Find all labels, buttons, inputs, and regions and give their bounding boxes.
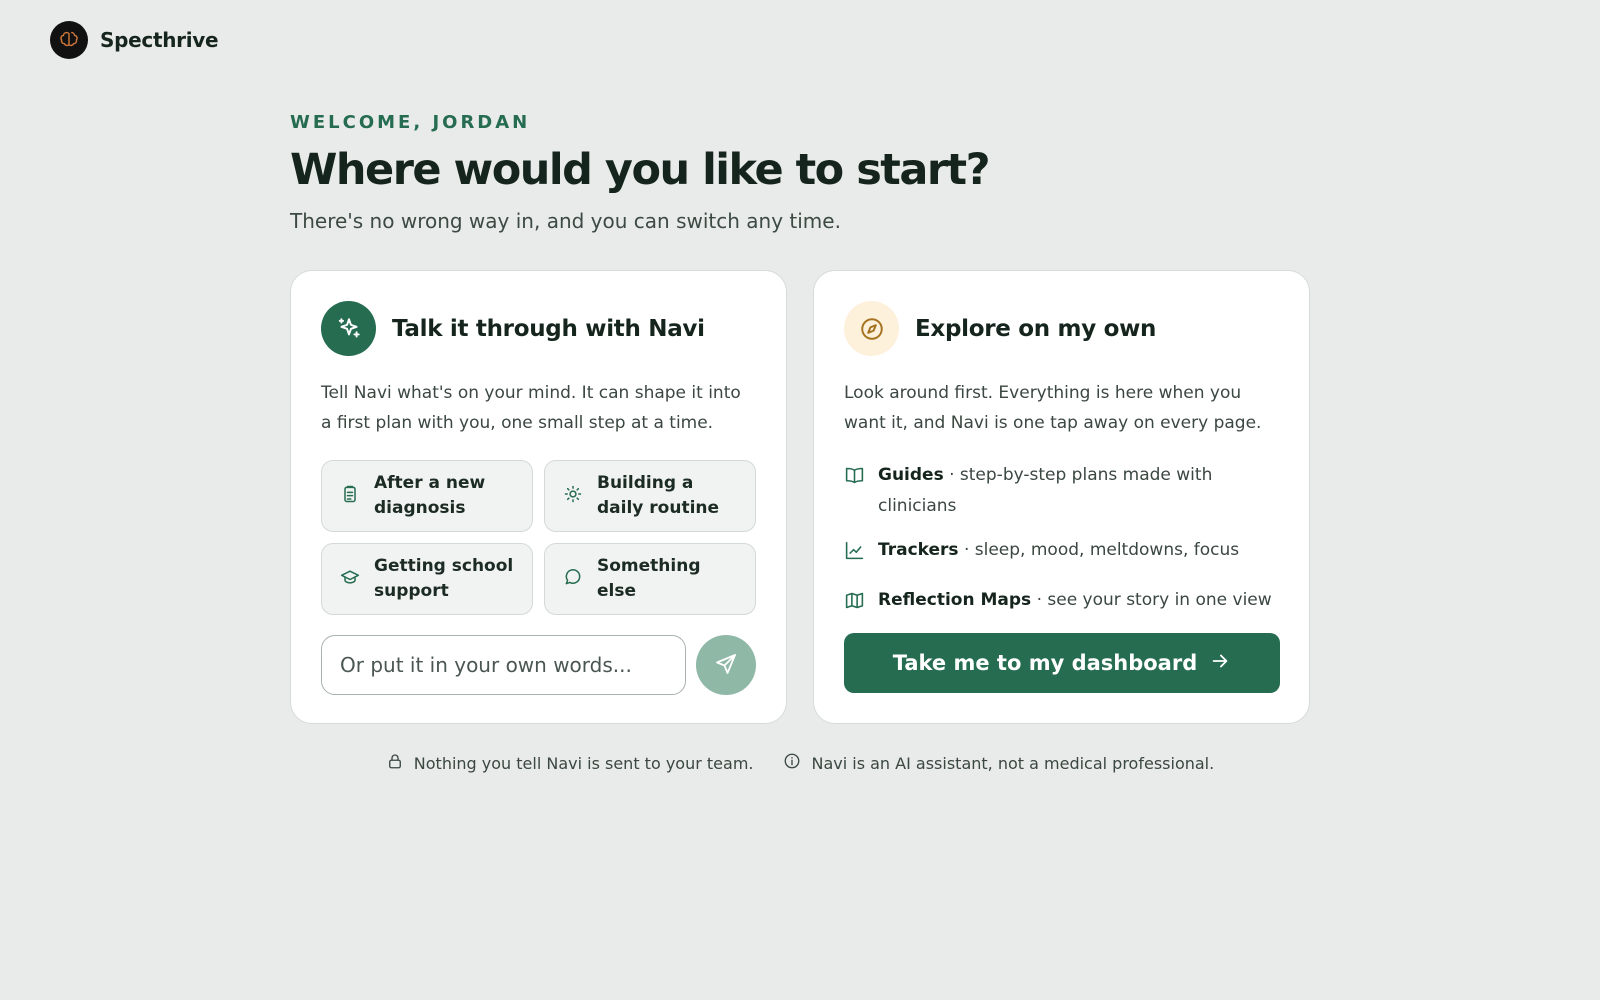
footer-notes: Nothing you tell Navi is sent to your te…	[0, 752, 1600, 774]
chip-label: Something else	[597, 556, 701, 601]
sun-icon	[563, 484, 583, 508]
explore-card-description: Look around first. Everything is here wh…	[844, 383, 1262, 433]
chat-bubble-icon	[563, 567, 583, 591]
map-icon	[844, 590, 866, 622]
chip-label: Building a daily routine	[597, 473, 720, 518]
feature-guides: Guides · step-by-step plans made with cl…	[844, 460, 1279, 522]
line-chart-icon	[844, 540, 866, 572]
sparkle-icon	[321, 301, 376, 356]
feature-name: Reflection Maps	[878, 590, 1032, 610]
navi-card: Talk it through with Navi Tell Navi what…	[290, 270, 787, 724]
compass-icon	[844, 301, 899, 356]
brand[interactable]: Specthrive	[50, 21, 219, 59]
book-icon	[844, 465, 866, 497]
navi-card-title: Talk it through with Navi	[392, 315, 705, 342]
privacy-note: Nothing you tell Navi is sent to your te…	[386, 752, 754, 774]
dashboard-button[interactable]: Take me to my dashboard	[844, 633, 1280, 693]
ai-disclaimer-text: Navi is an AI assistant, not a medical p…	[811, 753, 1215, 773]
clipboard-icon	[340, 484, 360, 508]
arrow-right-icon	[1209, 650, 1231, 677]
chip-label: After a new diagnosis	[374, 473, 486, 518]
feature-detail: · sleep, mood, meltdowns, focus	[958, 540, 1240, 560]
chip-daily-routine[interactable]: Building a daily routine	[544, 460, 756, 532]
feature-name: Guides	[878, 465, 944, 485]
chip-label: Getting school support	[374, 556, 514, 601]
send-button[interactable]	[696, 635, 756, 695]
ask-navi-row	[321, 635, 756, 695]
chip-school-support[interactable]: Getting school support	[321, 543, 533, 615]
privacy-note-text: Nothing you tell Navi is sent to your te…	[413, 753, 754, 773]
page-title: Where would you like to start?	[290, 145, 991, 195]
navi-card-description: Tell Navi what's on your mind. It can sh…	[321, 383, 741, 433]
welcome-eyebrow: WELCOME, JORDAN	[290, 112, 531, 133]
chip-new-diagnosis[interactable]: After a new diagnosis	[321, 460, 533, 532]
send-icon	[714, 652, 738, 679]
ai-disclaimer: Navi is an AI assistant, not a medical p…	[783, 752, 1214, 774]
brand-name: Specthrive	[100, 28, 219, 52]
lock-icon	[386, 752, 404, 774]
graduation-cap-icon	[340, 567, 360, 591]
info-icon	[783, 752, 801, 774]
dashboard-button-label: Take me to my dashboard	[892, 651, 1198, 675]
start-options: Talk it through with Navi Tell Navi what…	[290, 270, 1310, 724]
page-subtitle: There's no wrong way in, and you can swi…	[290, 209, 841, 233]
feature-list: Guides · step-by-step plans made with cl…	[844, 460, 1279, 622]
chip-something-else[interactable]: Something else	[544, 543, 756, 615]
ask-navi-input[interactable]	[321, 635, 686, 695]
explore-card: Explore on my own Look around first. Eve…	[813, 270, 1310, 724]
feature-name: Trackers	[878, 540, 959, 560]
feature-trackers: Trackers · sleep, mood, meltdowns, focus	[844, 535, 1279, 572]
feature-reflection-maps: Reflection Maps · see your story in one …	[844, 585, 1279, 622]
explore-card-title: Explore on my own	[915, 315, 1157, 342]
feature-detail: · see your story in one view	[1031, 590, 1272, 610]
brain-logo-icon	[50, 21, 88, 59]
hero: WELCOME, JORDAN Where would you like to …	[290, 112, 1310, 233]
topic-chips: After a new diagnosis Building a daily r…	[321, 460, 756, 615]
